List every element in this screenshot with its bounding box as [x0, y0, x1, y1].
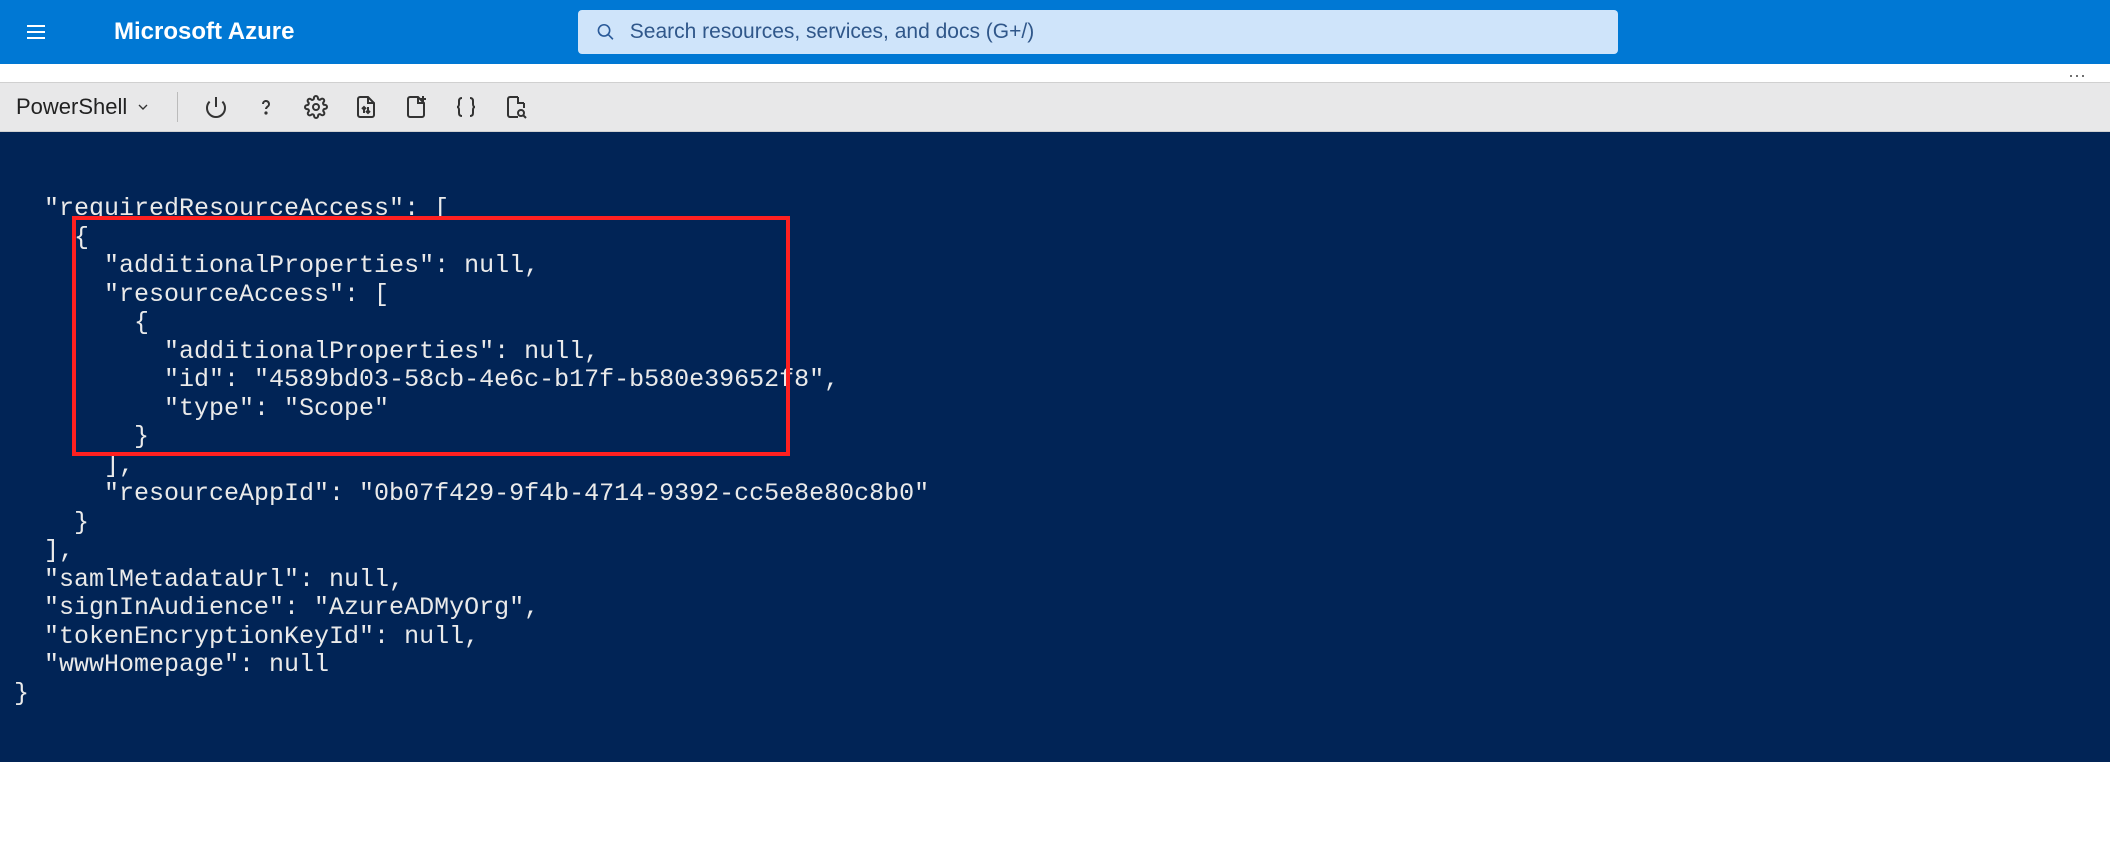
terminal-line: "additionalProperties": null,: [14, 338, 2096, 367]
terminal-line: "wwwHomepage": null: [14, 651, 2096, 680]
terminal-line: "resourceAccess": [: [14, 281, 2096, 310]
search-icon: [596, 22, 615, 42]
restart-shell-button[interactable]: [204, 95, 228, 119]
editor-button[interactable]: [454, 95, 478, 119]
terminal-line: {: [14, 224, 2096, 253]
terminal-line: "id": "4589bd03-58cb-4e6c-b17f-b580e3965…: [14, 366, 2096, 395]
file-preview-icon: [504, 95, 528, 119]
terminal-line: }: [14, 509, 2096, 538]
hamburger-icon: [24, 20, 48, 44]
settings-button[interactable]: [304, 95, 328, 119]
power-icon: [204, 95, 228, 119]
file-transfer-icon: [354, 95, 378, 119]
azure-topbar: Microsoft Azure: [0, 0, 2110, 64]
terminal-line: ],: [14, 537, 2096, 566]
help-button[interactable]: [254, 95, 278, 119]
terminal-line: "additionalProperties": null,: [14, 252, 2096, 281]
terminal-line: "tokenEncryptionKeyId": null,: [14, 623, 2096, 652]
terminal-line: "samlMetadataUrl": null,: [14, 566, 2096, 595]
search-input[interactable]: [630, 20, 1601, 44]
toolbar-divider: [177, 92, 178, 122]
preview-button[interactable]: [504, 95, 528, 119]
terminal-line: "resourceAppId": "0b07f429-9f4b-4714-939…: [14, 480, 2096, 509]
terminal-line: "type": "Scope": [14, 395, 2096, 424]
terminal-line: "requiredResourceAccess": [: [14, 195, 2096, 224]
overflow-menu-button[interactable]: ⋯: [2068, 66, 2090, 87]
chevron-down-icon: [135, 99, 151, 115]
hamburger-menu-button[interactable]: [12, 8, 60, 56]
shell-selector[interactable]: PowerShell: [16, 94, 151, 120]
cloud-shell-terminal[interactable]: "requiredResourceAccess": [ { "additiona…: [0, 132, 2110, 762]
gear-icon: [304, 95, 328, 119]
new-file-icon: [404, 95, 428, 119]
upload-download-button[interactable]: [354, 95, 378, 119]
brand-title: Microsoft Azure: [114, 18, 294, 46]
shell-selector-label: PowerShell: [16, 94, 127, 120]
terminal-line: "signInAudience": "AzureADMyOrg",: [14, 594, 2096, 623]
braces-icon: [454, 95, 478, 119]
terminal-line: {: [14, 309, 2096, 338]
terminal-line: ],: [14, 452, 2096, 481]
help-icon: [254, 95, 278, 119]
terminal-line: }: [14, 680, 2096, 709]
new-session-button[interactable]: [404, 95, 428, 119]
cloud-shell-toolbar: PowerShell: [0, 82, 2110, 132]
global-search[interactable]: [578, 10, 1618, 54]
terminal-line: }: [14, 423, 2096, 452]
